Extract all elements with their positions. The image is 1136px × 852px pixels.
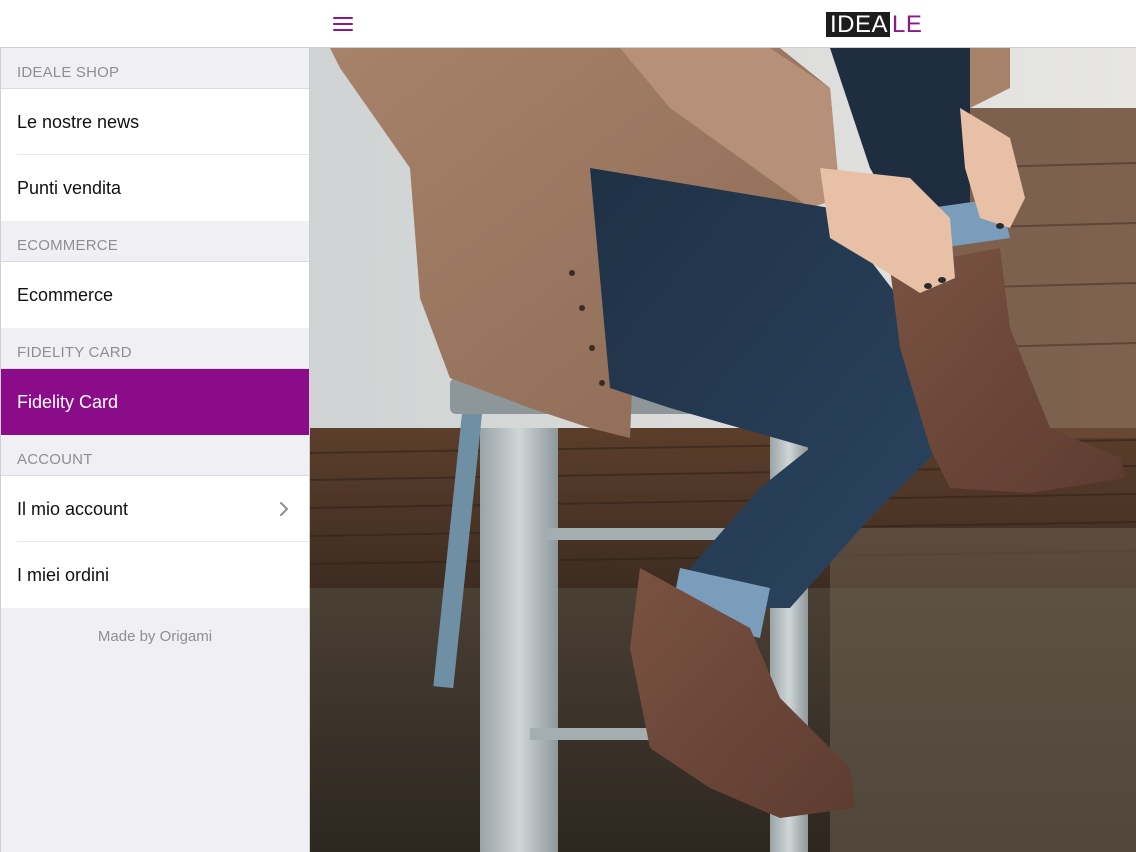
menu-item-il-mio-account[interactable]: Il mio account bbox=[1, 476, 309, 542]
logo-light-text: LE bbox=[892, 11, 923, 38]
menu-item-label: Il mio account bbox=[17, 498, 129, 519]
section-header-account: ACCOUNT bbox=[1, 435, 309, 476]
hero-photo-illustration bbox=[310, 48, 1136, 852]
menu-item-le-nostre-news[interactable]: Le nostre news bbox=[1, 89, 309, 155]
top-bar: IDEA LE bbox=[0, 0, 1136, 48]
menu-item-punti-vendita[interactable]: Punti vendita bbox=[1, 155, 309, 221]
section-header-ecommerce: ECOMMERCE bbox=[1, 221, 309, 262]
menu-item-label: Ecommerce bbox=[17, 284, 114, 305]
hero-photo bbox=[310, 48, 1136, 852]
made-by-credit: Made by Origami bbox=[97, 628, 213, 645]
menu-item-label: I miei ordini bbox=[17, 564, 110, 585]
logo-dark-text: IDEA bbox=[826, 12, 891, 37]
menu-item-label: Punti vendita bbox=[17, 177, 122, 198]
menu-item-fidelity-card[interactable]: Fidelity Card bbox=[1, 369, 309, 435]
menu-item-i-miei-ordini[interactable]: I miei ordini bbox=[1, 542, 309, 608]
section-header-ideale-shop: IDEALE SHOP bbox=[1, 48, 309, 89]
menu-item-label: Le nostre news bbox=[17, 111, 140, 132]
chevron-right-icon bbox=[280, 502, 288, 516]
menu-item-ecommerce[interactable]: Ecommerce bbox=[1, 262, 309, 328]
menu-item-label: Fidelity Card bbox=[17, 391, 119, 412]
ideale-logo[interactable]: IDEA LE bbox=[826, 12, 924, 37]
side-menu: IDEALE SHOP Le nostre news Punti vendita… bbox=[0, 48, 310, 852]
section-header-fidelity-card: FIDELITY CARD bbox=[1, 328, 309, 369]
hamburger-menu-icon[interactable] bbox=[328, 10, 358, 38]
